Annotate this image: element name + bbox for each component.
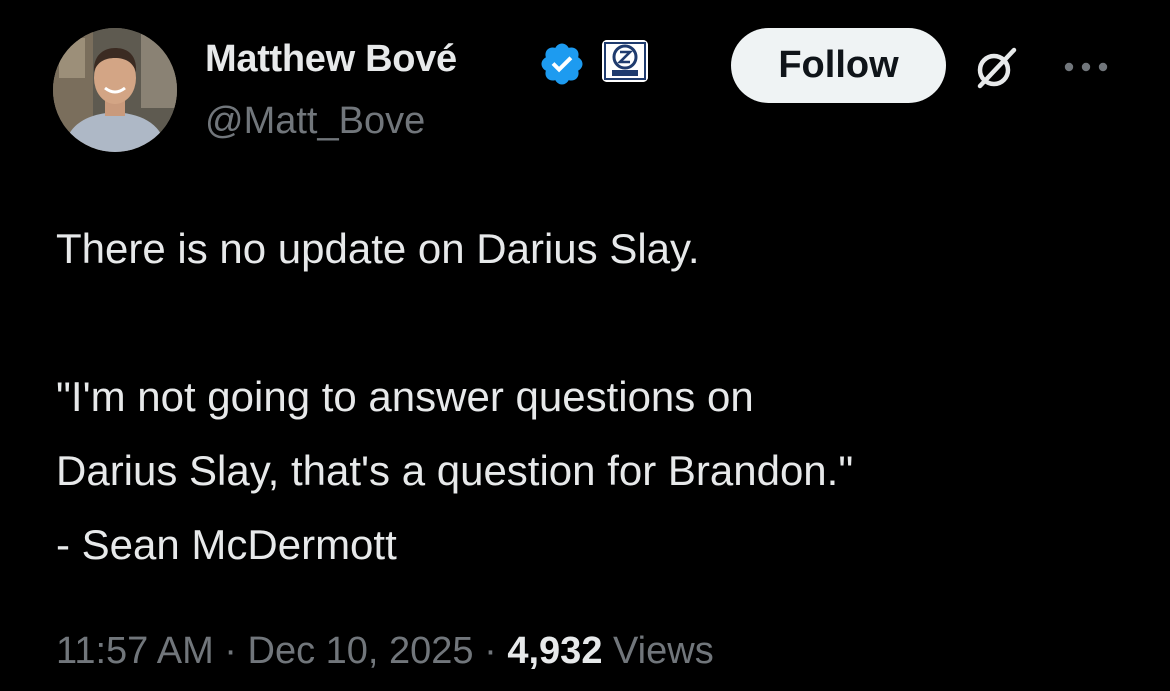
verified-badge-icon: [541, 43, 583, 85]
wkbw-logo-icon: [602, 40, 648, 82]
tweet-quote-line: Darius Slay, that's a question for Brand…: [56, 447, 854, 494]
tweet-meta: 11:57 AM · Dec 10, 2025 · 4,932 Views: [56, 630, 714, 673]
grok-icon[interactable]: [972, 44, 1020, 92]
views-label: Views: [602, 630, 714, 672]
avatar-photo: [53, 28, 177, 152]
meta-separator: ·: [473, 630, 508, 672]
affiliate-badge[interactable]: [602, 40, 648, 82]
tweet-time[interactable]: 11:57 AM: [56, 630, 214, 672]
meta-separator: ·: [213, 630, 248, 672]
follow-button[interactable]: Follow: [731, 28, 946, 103]
tweet-date[interactable]: Dec 10, 2025: [248, 630, 474, 672]
tweet-quote-line: "I'm not going to answer questions on: [56, 373, 754, 420]
avatar[interactable]: [53, 28, 177, 152]
tweet-card: Matthew Bové @Matt_Bove Follow There is …: [0, 0, 1170, 691]
tweet-quote-attribution: - Sean McDermott: [56, 521, 397, 568]
author-handle[interactable]: @Matt_Bove: [205, 100, 425, 143]
more-horizontal-icon[interactable]: [1060, 56, 1112, 78]
author-display-name[interactable]: Matthew Bové: [205, 38, 457, 81]
tweet-text: There is no update on Darius Slay. "I'm …: [56, 212, 1136, 582]
views-count[interactable]: 4,932: [507, 630, 602, 672]
tweet-text-line: There is no update on Darius Slay.: [56, 225, 700, 272]
